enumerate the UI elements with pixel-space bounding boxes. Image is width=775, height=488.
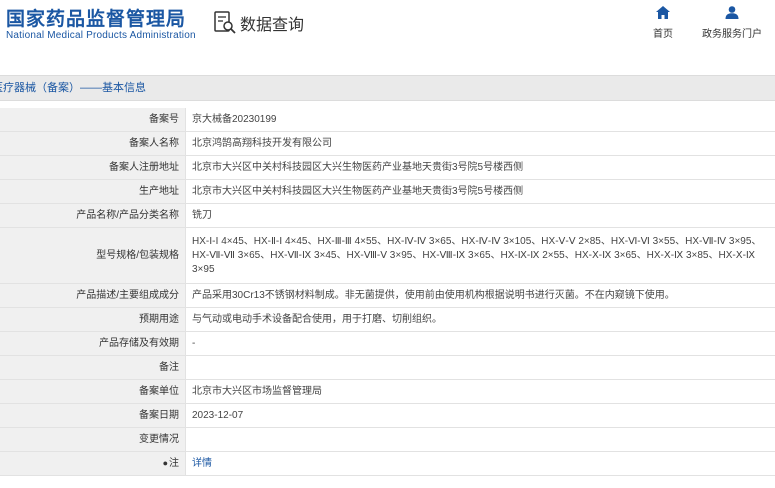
document-search-icon [214, 11, 236, 34]
table-row: 备注 [0, 355, 775, 380]
row-label: 备案人注册地址 [0, 155, 186, 180]
row-value: 与气动或电动手术设备配合使用，用于打磨、切削组织。 [185, 307, 775, 332]
row-value [185, 355, 775, 380]
home-icon [656, 6, 670, 19]
data-query-title: 数据查询 [240, 17, 305, 34]
nav-home[interactable]: 首页 [628, 6, 698, 40]
row-label: 预期用途 [0, 307, 186, 332]
breadcrumb-text: 医疗器械（备案）——基本信息 [0, 82, 146, 94]
details-link[interactable]: 详情 [192, 458, 212, 469]
table-row: 产品名称/产品分类名称 铣刀 [0, 203, 775, 228]
row-label: 变更情况 [0, 427, 186, 452]
table-row: ●注 详情 [0, 451, 775, 476]
row-label-note: ●注 [0, 451, 186, 476]
row-value: 北京市大兴区中关村科技园区大兴生物医药产业基地天贵街3号院5号楼西侧 [185, 179, 775, 204]
table-row: 产品存储及有效期 - [0, 331, 775, 356]
user-icon [725, 6, 739, 19]
row-label: 备案日期 [0, 403, 186, 428]
row-value: 铣刀 [185, 203, 775, 228]
table-row: 备案号 京大械备20230199 [0, 108, 775, 132]
row-value: 2023-12-07 [185, 403, 775, 428]
row-label: 备案单位 [0, 379, 186, 404]
table-row: 备案单位 北京市大兴区市场监督管理局 [0, 379, 775, 404]
row-value: 北京鸿鹄高翔科技开发有限公司 [185, 131, 775, 156]
row-value: - [185, 331, 775, 356]
row-label-note-text: 注 [169, 458, 179, 469]
table-row: 生产地址 北京市大兴区中关村科技园区大兴生物医药产业基地天贵街3号院5号楼西侧 [0, 179, 775, 204]
nav-service-portal-label: 政务服务门户 [702, 29, 762, 40]
table-row: 备案日期 2023-12-07 [0, 403, 775, 428]
table-row: 型号规格/包装规格 HX-Ⅰ-Ⅰ 4×45、HX-Ⅱ-Ⅰ 4×45、HX-Ⅲ-Ⅲ… [0, 227, 775, 284]
row-value: 产品采用30Cr13不锈钢材料制成。非无菌提供，使用前由使用机构根据说明书进行灭… [185, 283, 775, 308]
table-row: 备案人名称 北京鸿鹄高翔科技开发有限公司 [0, 131, 775, 156]
site-logo-en[interactable]: National Medical Products Administration [6, 30, 196, 41]
row-label: 备案号 [0, 108, 186, 132]
row-value: 京大械备20230199 [185, 108, 775, 132]
row-label: 备案人名称 [0, 131, 186, 156]
row-label: 产品描述/主要组成成分 [0, 283, 186, 308]
pin-icon: ● [162, 458, 168, 468]
row-label: 备注 [0, 355, 186, 380]
breadcrumb: 医疗器械（备案）——基本信息 [0, 75, 775, 101]
row-value: HX-Ⅰ-Ⅰ 4×45、HX-Ⅱ-Ⅰ 4×45、HX-Ⅲ-Ⅲ 4×55、HX-Ⅳ… [185, 227, 775, 284]
data-query-heading: 数据查询 [214, 10, 304, 36]
row-value: 北京市大兴区中关村科技园区大兴生物医药产业基地天贵街3号院5号楼西侧 [185, 155, 775, 180]
row-label: 产品存储及有效期 [0, 331, 186, 356]
row-label: 型号规格/包装规格 [0, 227, 186, 284]
table-row: 预期用途 与气动或电动手术设备配合使用，用于打磨、切削组织。 [0, 307, 775, 332]
nav-home-label: 首页 [653, 29, 673, 40]
table-row: 备案人注册地址 北京市大兴区中关村科技园区大兴生物医药产业基地天贵街3号院5号楼… [0, 155, 775, 180]
table-row: 产品描述/主要组成成分 产品采用30Cr13不锈钢材料制成。非无菌提供，使用前由… [0, 283, 775, 308]
site-logo-cn[interactable]: 国家药品监督管理局 [6, 4, 186, 31]
row-value: 北京市大兴区市场监督管理局 [185, 379, 775, 404]
nav-service-portal[interactable]: 政务服务门户 [697, 6, 767, 40]
row-label: 生产地址 [0, 179, 186, 204]
row-value-note: 详情 [185, 451, 775, 476]
record-info-table: 备案号 京大械备20230199 备案人名称 北京鸿鹄高翔科技开发有限公司 备案… [0, 108, 775, 476]
site-header: 国家药品监督管理局 National Medical Products Admi… [0, 0, 775, 48]
row-label: 产品名称/产品分类名称 [0, 203, 186, 228]
table-row: 变更情况 [0, 427, 775, 452]
row-value [185, 427, 775, 452]
